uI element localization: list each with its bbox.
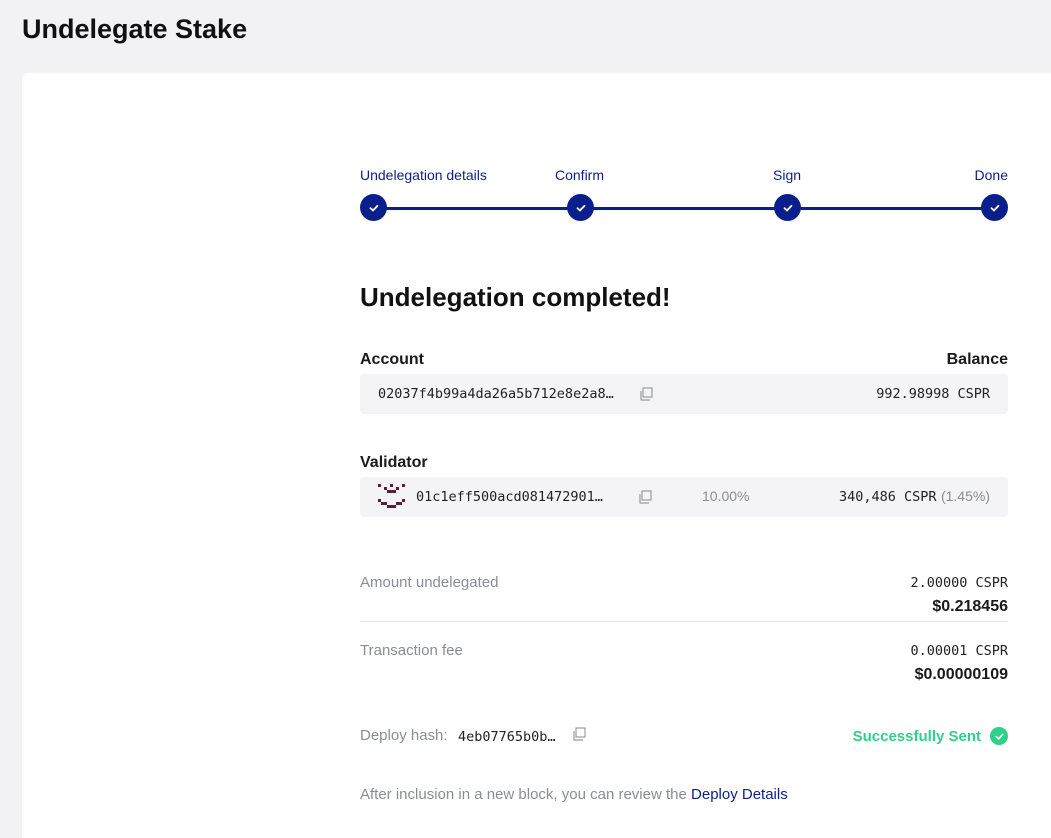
amount-label: Amount undelegated [360, 574, 499, 591]
account-label: Account [360, 351, 424, 368]
deploy-details-link[interactable]: Deploy Details [691, 786, 788, 803]
amount-cspr: 2.00000 CSPR [910, 575, 1008, 591]
validator-box[interactable]: 01c1eff500acd081472901… 10.00% 340,486 C… [360, 477, 1008, 517]
step-dot-sign [774, 194, 801, 221]
account-public-key: 02037f4b99a4da26a5b712e8e2a8… [378, 386, 614, 402]
step-dot-confirm [567, 194, 594, 221]
main-card: Undelegation details Confirm Sign Done U… [22, 73, 1051, 838]
fee-usd: $0.00000109 [914, 666, 1008, 683]
step-label-undelegation-details: Undelegation details [360, 167, 487, 183]
completion-heading: Undelegation completed! [360, 282, 671, 312]
check-icon [990, 204, 999, 211]
account-balance: 992.98998 CSPR [876, 386, 990, 402]
account-box: 02037f4b99a4da26a5b712e8e2a8… 992.98998 … [360, 374, 1008, 414]
deploy-status-text: Successfully Sent [852, 727, 981, 745]
validator-avatar [378, 484, 405, 508]
fee-label: Transaction fee [360, 642, 463, 659]
stepper: Undelegation details Confirm Sign Done [360, 167, 1008, 227]
amount-usd: $0.218456 [932, 598, 1008, 615]
footer-text: After inclusion in a new block, you can … [360, 786, 692, 803]
validator-fee: 10.00% [702, 488, 750, 504]
divider [360, 621, 1008, 622]
validator-label: Validator [360, 454, 428, 471]
copy-icon[interactable] [638, 386, 654, 402]
check-icon [369, 204, 378, 211]
check-icon [783, 204, 792, 211]
step-dot-done [981, 194, 1008, 221]
validator-public-key: 01c1eff500acd081472901… [416, 489, 603, 505]
fee-cspr: 0.00001 CSPR [910, 643, 1008, 659]
deploy-hash-label: Deploy hash: [360, 727, 448, 744]
balance-label: Balance [946, 351, 1008, 368]
validator-stake-share: (1.45%) [940, 488, 990, 504]
copy-icon[interactable] [637, 489, 653, 505]
check-circle-icon [990, 727, 1008, 745]
step-label-confirm: Confirm [555, 167, 605, 183]
footer-note: After inclusion in a new block, you can … [360, 786, 788, 803]
step-progress-line [374, 207, 994, 210]
page-title: Undelegate Stake [22, 14, 248, 44]
step-label-done: Done [974, 167, 1008, 183]
step-dot-undelegation-details [360, 194, 387, 221]
deploy-status: Successfully Sent [853, 727, 1008, 745]
copy-icon[interactable] [571, 726, 587, 742]
step-label-sign: Sign [773, 167, 802, 183]
validator-stake: 340,486 CSPR (1.45%) [839, 488, 990, 506]
validator-total-stake: 340,486 CSPR [838, 489, 937, 505]
check-icon [576, 204, 585, 211]
deploy-hash-value: 4eb07765b0b… [458, 729, 556, 745]
